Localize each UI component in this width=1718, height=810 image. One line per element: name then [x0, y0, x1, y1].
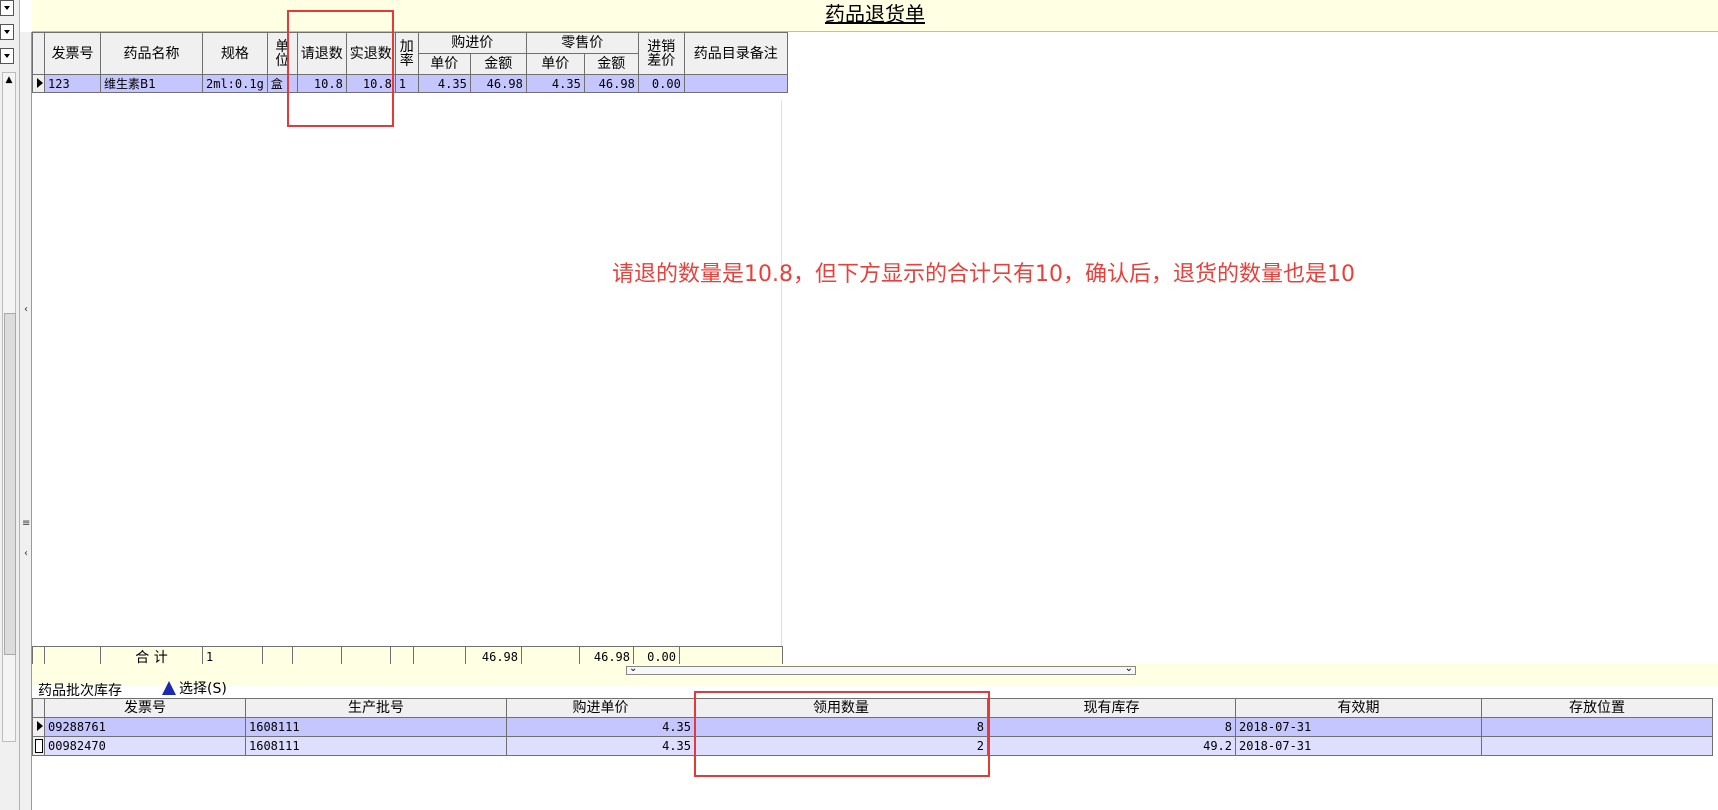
header-invoice-no[interactable]: 发票号: [44, 32, 101, 75]
cell-spec[interactable]: 2ml:0.1g: [202, 74, 268, 93]
collapse-left-icon[interactable]: ‹: [22, 548, 30, 559]
highlight-box-issue-qty: [694, 691, 990, 777]
vertical-splitter[interactable]: [20, 32, 32, 810]
cell-markup-rate[interactable]: 1: [394, 74, 419, 93]
choose-button[interactable]: 选择(S): [162, 678, 227, 698]
choose-button-label: 选择(S): [179, 681, 227, 697]
grid-empty-area: [32, 100, 782, 646]
header-batch-unit-price[interactable]: 购进单价: [506, 698, 695, 718]
cell-retail-amount[interactable]: 46.98: [583, 74, 639, 93]
return-items-grid: 发票号 药品名称 规格 单位 请退数 实退数 加率 购进价 零售价 进销差价 药…: [32, 32, 788, 93]
scrollbar-thumb[interactable]: [4, 313, 16, 655]
header-retail-amount[interactable]: 金额: [583, 53, 639, 75]
row-indicator-header: [32, 698, 45, 718]
horizontal-splitter[interactable]: ⌄ ⌄: [626, 663, 1136, 675]
cell-expiry[interactable]: 2018-07-31: [1235, 736, 1482, 756]
cell-batch-invoice-no[interactable]: 09288761: [44, 717, 246, 737]
cell-batch-no[interactable]: 1608111: [245, 717, 507, 737]
header-purchase-price: 购进价: [417, 32, 527, 54]
cell-batch-unit-price[interactable]: 4.35: [506, 736, 695, 756]
left-vertical-scrollbar[interactable]: ▲: [2, 72, 16, 742]
cell-current-stock[interactable]: 49.2: [987, 736, 1236, 756]
row-indicator[interactable]: [32, 717, 45, 737]
cell-drug-name[interactable]: 维生素B1: [100, 74, 203, 93]
dropdown-arrow-button[interactable]: [0, 48, 14, 64]
cell-purchase-amount[interactable]: 46.98: [469, 74, 527, 93]
header-retail-unit-price[interactable]: 单价: [525, 53, 585, 75]
cell-location[interactable]: [1481, 736, 1713, 756]
header-spec[interactable]: 规格: [202, 32, 268, 75]
header-batch-no[interactable]: 生产批号: [245, 698, 507, 718]
cell-purchase-unit-price[interactable]: 4.35: [417, 74, 471, 93]
header-markup-rate[interactable]: 加率: [394, 32, 419, 75]
header-price-diff[interactable]: 进销差价: [637, 32, 685, 75]
table-row[interactable]: 123 维生素B1 2ml:0.1g 盒 10.8 10.8 1 4.35 46…: [32, 74, 788, 93]
row-indicator[interactable]: [32, 74, 45, 93]
row-selector-icon: [35, 739, 43, 753]
header-catalog-note[interactable]: 药品目录备注: [683, 32, 788, 75]
current-row-arrow-icon: [37, 721, 43, 731]
cell-catalog-note[interactable]: [683, 74, 788, 93]
header-purchase-unit-price[interactable]: 单价: [417, 53, 471, 75]
collapse-left-icon[interactable]: ‹: [22, 304, 30, 315]
cell-invoice-no[interactable]: 123: [44, 74, 101, 93]
cell-batch-invoice-no[interactable]: 00982470: [44, 736, 246, 756]
blue-arrow-up-icon: [162, 681, 176, 695]
cell-current-stock[interactable]: 8: [987, 717, 1236, 737]
header-current-stock[interactable]: 现有库存: [987, 698, 1236, 718]
header-purchase-amount[interactable]: 金额: [469, 53, 527, 75]
grip-icon: ≡: [22, 518, 31, 529]
highlight-box-qty: [287, 10, 394, 127]
dropdown-arrow-button[interactable]: [0, 0, 14, 16]
annotation-note: 请退的数量是10.8，但下方显示的合计只有10，确认后，退货的数量也是10: [612, 262, 1355, 287]
cell-price-diff[interactable]: 0.00: [637, 74, 685, 93]
chevron-down-icon[interactable]: ⌄: [1125, 663, 1133, 674]
header-expiry[interactable]: 有效期: [1235, 698, 1482, 718]
header-drug-name[interactable]: 药品名称: [100, 32, 203, 75]
form-title: 药品退货单: [825, 2, 925, 26]
cell-expiry[interactable]: 2018-07-31: [1235, 717, 1482, 737]
current-row-arrow-icon: [37, 78, 43, 88]
row-indicator-header: [32, 32, 45, 75]
cell-batch-no[interactable]: 1608111: [245, 736, 507, 756]
header-retail-price: 零售价: [525, 32, 639, 54]
cell-batch-unit-price[interactable]: 4.35: [506, 717, 695, 737]
chevron-down-icon[interactable]: ⌄: [629, 663, 637, 674]
cell-location[interactable]: [1481, 717, 1713, 737]
header-batch-invoice-no[interactable]: 发票号: [44, 698, 246, 718]
scroll-up-icon[interactable]: ▲: [4, 74, 14, 86]
cell-retail-unit-price[interactable]: 4.35: [525, 74, 585, 93]
dropdown-arrow-button[interactable]: [0, 24, 14, 40]
header-location[interactable]: 存放位置: [1481, 698, 1713, 718]
title-band: 药品退货单: [32, 0, 1718, 32]
batch-section-label: 药品批次库存: [38, 683, 122, 699]
row-indicator[interactable]: [32, 736, 45, 756]
